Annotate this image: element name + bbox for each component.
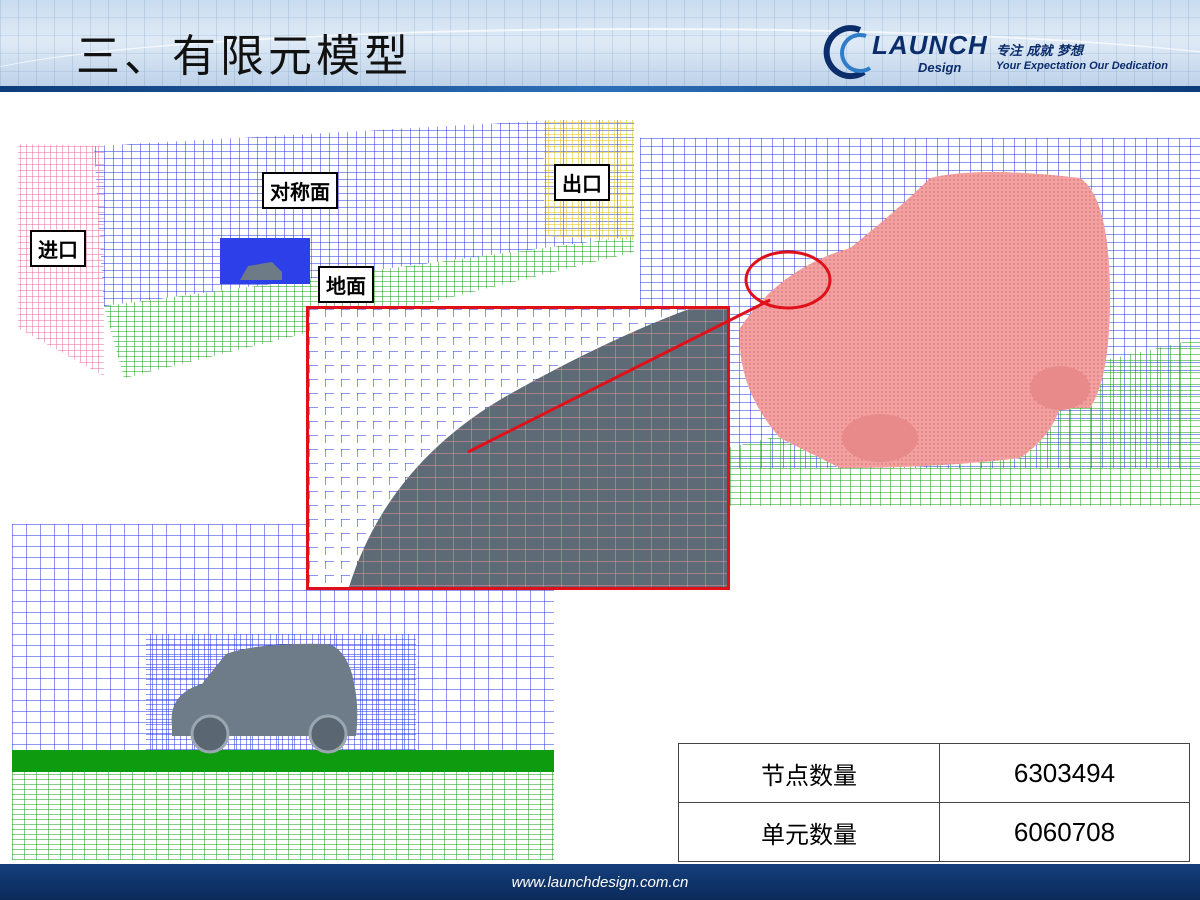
- stat-key: 单元数量: [678, 802, 940, 862]
- footer-url: www.launchdesign.com.cn: [511, 874, 689, 891]
- footer-bar: www.launchdesign.com.cn: [0, 864, 1200, 900]
- stat-value: 6060708: [939, 802, 1190, 862]
- stat-value: 6303494: [939, 743, 1190, 803]
- table-row: 单元数量 6060708: [678, 802, 1190, 862]
- table-row: 节点数量 6303494: [678, 743, 1190, 803]
- stat-key: 节点数量: [678, 743, 940, 803]
- mesh-stats-table: 节点数量 6303494 单元数量 6060708: [678, 743, 1190, 862]
